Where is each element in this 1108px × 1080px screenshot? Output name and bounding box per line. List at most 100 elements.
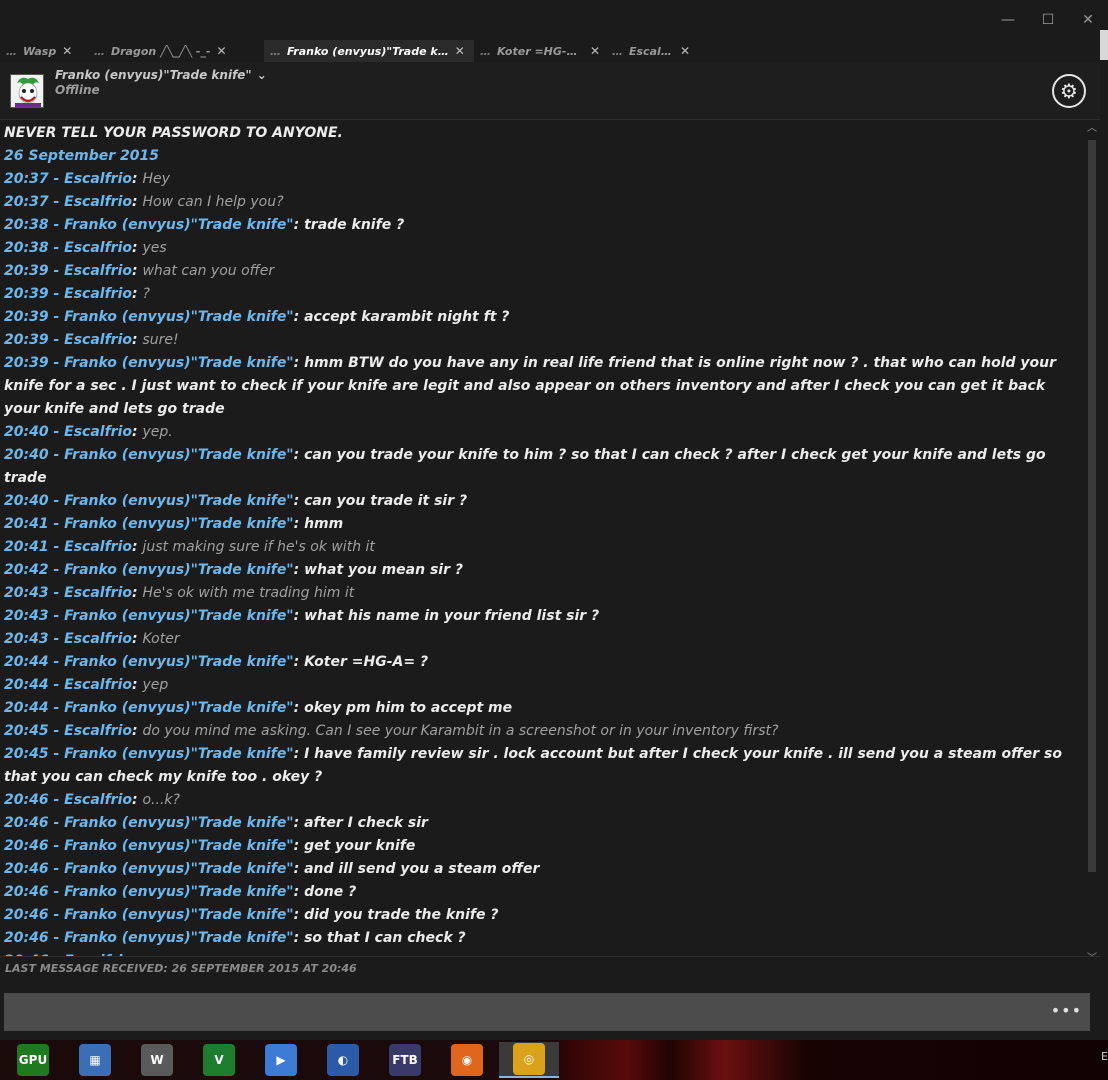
message-sender[interactable]: Escalfrio — [64, 677, 132, 693]
taskbar-button-3[interactable]: V — [189, 1042, 249, 1078]
scrollbar-thumb[interactable] — [1088, 140, 1096, 872]
message-time: 20:37 — [4, 171, 49, 187]
chat-scrollbar[interactable]: ︿ ﹀ — [1084, 122, 1100, 964]
message-sender[interactable]: Escalfrio — [64, 194, 132, 210]
message-time: 20:39 — [4, 263, 49, 279]
gear-icon: ⚙ — [1060, 79, 1078, 103]
chevron-down-icon[interactable]: ⌄ — [257, 68, 267, 82]
message-separator: - — [48, 884, 65, 900]
message-time: 20:46 — [4, 792, 49, 808]
close-tab-icon[interactable]: ✕ — [62, 44, 72, 58]
message-sender[interactable]: Escalfrio — [64, 332, 132, 348]
message-sender[interactable]: Franko (envyus)"Trade knife" — [64, 861, 293, 877]
taskbar-button-7[interactable]: ◉ — [437, 1042, 497, 1078]
message-sender[interactable]: Franko (envyus)"Trade knife" — [64, 654, 293, 670]
message-sender[interactable]: Franko (envyus)"Trade knife" — [64, 447, 293, 463]
tab-3[interactable]: … Koter =HG-A= ✕ — [474, 40, 606, 62]
message-input[interactable] — [4, 993, 1044, 1031]
tab-label: Escalfrio — [629, 44, 674, 58]
message-sender[interactable]: Franko (envyus)"Trade knife" — [64, 815, 293, 831]
taskbar-button-6[interactable]: FTB — [375, 1042, 435, 1078]
message-sender[interactable]: Escalfrio — [64, 286, 132, 302]
tab-menu-icon[interactable]: … — [94, 45, 105, 58]
chat-message: 20:39 - Escalfrio: ? — [4, 283, 1074, 306]
message-sender[interactable]: Franko (envyus)"Trade knife" — [64, 309, 293, 325]
close-tab-icon[interactable]: ✕ — [455, 44, 465, 58]
taskbar-button-1[interactable]: ▦ — [65, 1042, 125, 1078]
message-sender[interactable]: Escalfrio — [64, 723, 132, 739]
message-sender[interactable]: Escalfrio — [64, 792, 132, 808]
taskbar-button-0[interactable]: GPU — [3, 1042, 63, 1078]
minimize-button[interactable]: — — [988, 0, 1028, 40]
message-sender[interactable]: Escalfrio — [64, 171, 132, 187]
chat-message: 20:37 - Escalfrio: Hey — [4, 168, 1074, 191]
ftb-launcher-icon: FTB — [389, 1044, 421, 1076]
message-sender[interactable]: Franko (envyus)"Trade knife" — [64, 746, 293, 762]
message-time: 20:43 — [4, 585, 49, 601]
close-tab-icon[interactable]: ✕ — [217, 44, 227, 58]
chat-message: 20:43 - Escalfrio: He's ok with me tradi… — [4, 582, 1074, 605]
message-time: 20:46 — [4, 861, 49, 877]
tab-label: Koter =HG-A= — [497, 44, 584, 58]
close-tab-icon[interactable]: ✕ — [680, 44, 690, 58]
message-text: yep. — [142, 424, 173, 440]
chat-message: 20:46 - Escalfrio: o...k? — [4, 789, 1074, 812]
chat-message: 20:44 - Franko (envyus)"Trade knife": Ko… — [4, 651, 1074, 674]
message-sender[interactable]: Franko (envyus)"Trade knife" — [64, 907, 293, 923]
message-colon: : — [293, 861, 305, 877]
avatar[interactable] — [10, 74, 44, 108]
tab-menu-icon[interactable]: … — [612, 45, 623, 58]
message-text: Hey — [142, 171, 170, 187]
message-colon: : — [293, 654, 305, 670]
message-sender[interactable]: Franko (envyus)"Trade knife" — [64, 562, 293, 578]
message-sender[interactable]: Escalfrio — [64, 240, 132, 256]
message-sender[interactable]: Franko (envyus)"Trade knife" — [64, 884, 293, 900]
taskbar-edge-text: E — [1101, 1050, 1108, 1063]
message-text: okey pm him to accept me — [304, 700, 513, 716]
contact-name[interactable]: Franko (envyus)"Trade knife" ⌄ — [55, 68, 267, 82]
message-sender[interactable]: Escalfrio — [64, 424, 132, 440]
firefox-icon: ◉ — [451, 1044, 483, 1076]
tab-menu-icon[interactable]: … — [6, 45, 17, 58]
close-tab-icon[interactable]: ✕ — [590, 44, 600, 58]
message-time: 20:39 — [4, 286, 49, 302]
chat-message: 20:43 - Escalfrio: Koter — [4, 628, 1074, 651]
taskbar-button-4[interactable]: ▶ — [251, 1042, 311, 1078]
tab-0[interactable]: … Wasp ✕ — [0, 40, 88, 62]
tab-2[interactable]: … Franko (envyus)"Trade k… ✕ — [264, 40, 474, 62]
message-sender[interactable]: Escalfrio — [64, 263, 132, 279]
steam-like-icon: ◐ — [327, 1044, 359, 1076]
message-sender[interactable]: Franko (envyus)"Trade knife" — [64, 355, 293, 371]
message-sender[interactable]: Escalfrio — [64, 631, 132, 647]
message-separator: - — [48, 631, 65, 647]
chat-message: 20:46 - Franko (envyus)"Trade knife": di… — [4, 904, 1074, 927]
tab-4[interactable]: … Escalfrio ✕ — [606, 40, 696, 62]
message-sender[interactable]: Franko (envyus)"Trade knife" — [64, 493, 293, 509]
more-options-button[interactable]: ••• — [1051, 1003, 1082, 1019]
scroll-up-icon[interactable]: ︿ — [1084, 122, 1100, 136]
message-sender[interactable]: Escalfrio — [64, 585, 132, 601]
message-sender[interactable]: Escalfrio — [64, 539, 132, 555]
message-text: accept karambit night ft ? — [304, 309, 510, 325]
tab-menu-icon[interactable]: … — [480, 45, 491, 58]
message-sender[interactable]: Franko (envyus)"Trade knife" — [64, 700, 293, 716]
taskbar-button-2[interactable]: W — [127, 1042, 187, 1078]
tab-menu-icon[interactable]: … — [270, 45, 281, 58]
message-sender[interactable]: Franko (envyus)"Trade knife" — [64, 516, 293, 532]
message-colon: : — [132, 240, 143, 256]
message-text: Koter =HG-A= ? — [304, 654, 429, 670]
chat-log[interactable]: NEVER TELL YOUR PASSWORD TO ANYONE. 26 S… — [0, 122, 1084, 956]
message-sender[interactable]: Franko (envyus)"Trade knife" — [64, 608, 293, 624]
message-sender[interactable]: Franko (envyus)"Trade knife" — [64, 838, 293, 854]
message-colon: : — [293, 907, 305, 923]
settings-button[interactable]: ⚙ — [1052, 74, 1086, 108]
tab-1[interactable]: … Dragon ╱╲_╱╲ -_- ✕ — [88, 40, 264, 62]
maximize-button[interactable]: ☐ — [1028, 0, 1068, 40]
taskbar-wallpaper — [560, 1040, 1108, 1080]
message-sender[interactable]: Franko (envyus)"Trade knife" — [64, 217, 293, 233]
message-sender[interactable]: Franko (envyus)"Trade knife" — [64, 930, 293, 946]
taskbar-button-8[interactable]: ◎ — [499, 1042, 559, 1078]
message-text: did you trade the knife ? — [304, 907, 499, 923]
message-text: and ill send you a steam offer — [304, 861, 540, 877]
taskbar-button-5[interactable]: ◐ — [313, 1042, 373, 1078]
